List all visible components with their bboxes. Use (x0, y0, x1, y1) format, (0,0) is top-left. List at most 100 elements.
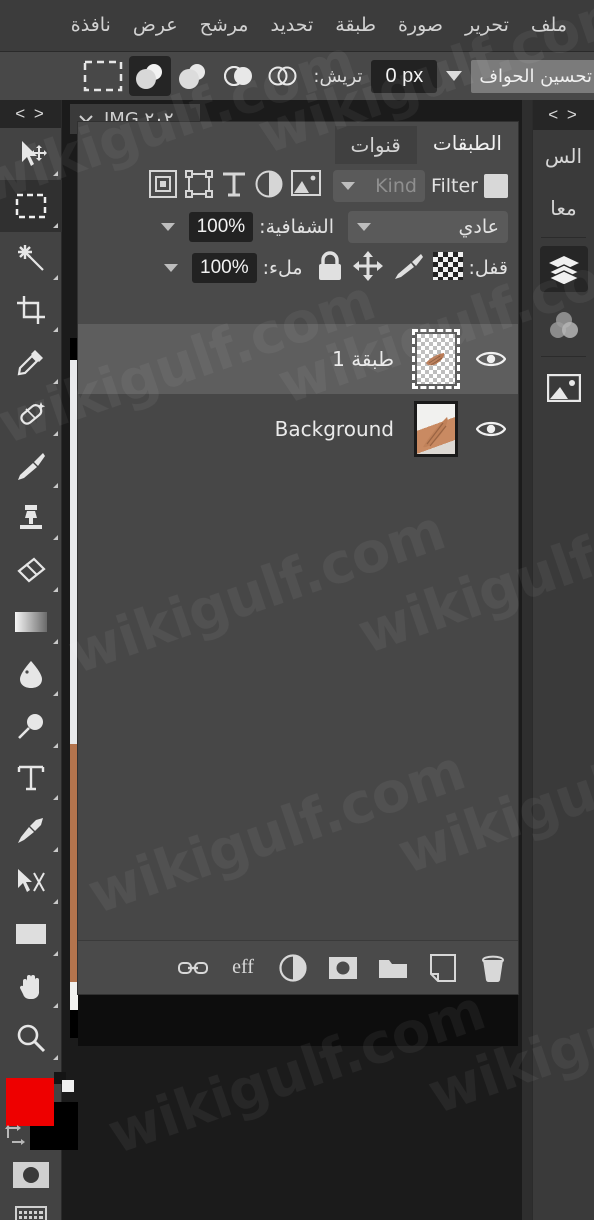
feather-dropdown-chevron-down-icon[interactable] (446, 71, 463, 81)
brush-tool[interactable] (0, 440, 62, 492)
tab-layers[interactable]: الطبقات (416, 122, 518, 164)
blend-mode-dropdown[interactable]: عادي (348, 211, 508, 243)
gradient-tool[interactable] (0, 596, 62, 648)
filter-shape-layers-icon[interactable] (184, 169, 213, 203)
shape-tool[interactable] (0, 908, 62, 960)
delete-layer-button[interactable] (478, 953, 508, 983)
refine-edge-button[interactable]: تحسين الحواف (471, 59, 594, 93)
dock-divider (541, 237, 586, 238)
zoom-tool[interactable] (0, 1012, 62, 1064)
filter-kind-dropdown[interactable]: Kind (332, 170, 425, 202)
selection-new-icon[interactable] (129, 56, 172, 96)
layer-thumbnail-wrap[interactable] (408, 401, 464, 457)
lock-pixels-icon[interactable] (393, 252, 423, 285)
marquee-tool[interactable] (0, 180, 62, 232)
tool-flyout-corner-icon (53, 1055, 58, 1060)
tab-channels[interactable]: قنوات (334, 126, 417, 164)
menu-image[interactable]: صورة (387, 10, 454, 41)
tool-flyout-corner-icon (53, 171, 58, 176)
new-group-button[interactable] (378, 953, 408, 983)
tools-collapse-button[interactable]: < > (0, 100, 61, 128)
swap-colors-icon[interactable] (4, 1124, 26, 1151)
feather-input[interactable]: 0 px (371, 59, 438, 93)
dock-collapse-button[interactable]: < > (533, 100, 594, 130)
menu-view[interactable]: عرض (122, 10, 189, 41)
tool-flyout-corner-icon (53, 639, 58, 644)
layer-thumbnail-transparent[interactable] (412, 329, 460, 389)
filter-kind-value: Kind (375, 175, 417, 197)
layer-visibility-toggle[interactable] (468, 349, 514, 369)
menu-window[interactable]: نافذة (60, 10, 122, 41)
layer-name[interactable]: طبقة 1 (332, 347, 394, 371)
crop-tool[interactable] (0, 284, 62, 336)
eye-icon (476, 421, 506, 437)
selection-subtract-icon[interactable] (217, 56, 259, 96)
layer-visibility-toggle[interactable] (468, 419, 514, 439)
opacity-chevron-down-icon[interactable] (160, 223, 175, 231)
panel-tabs: الطبقات قنوات (78, 122, 518, 164)
default-colors-icon[interactable] (54, 1072, 76, 1099)
new-layer-button[interactable] (428, 953, 458, 983)
blend-mode-row: عادي الشفافية: 100% (78, 208, 518, 246)
filter-toggle[interactable] (484, 174, 508, 198)
layer-thumbnail-background[interactable] (414, 401, 458, 457)
lasso-tool[interactable] (0, 232, 62, 284)
layer-thumbnail-wrap[interactable] (408, 329, 464, 389)
dock-layers-button[interactable] (533, 241, 594, 297)
tool-flyout-corner-icon (53, 795, 58, 800)
eye-icon (476, 351, 506, 367)
filter-adjustment-layers-icon[interactable] (255, 170, 283, 203)
layers-stack-icon (547, 256, 581, 284)
table-row[interactable]: طبقة 1 (78, 324, 518, 394)
layer-list[interactable]: طبقة 1 Background (78, 324, 518, 940)
layer-effects-button[interactable]: eff (228, 953, 258, 983)
lock-position-icon[interactable] (352, 250, 383, 286)
add-layer-mask-button[interactable] (328, 953, 358, 983)
chevron-down-icon (357, 223, 371, 231)
path-selection-tool[interactable] (0, 856, 62, 908)
tool-flyout-corner-icon (53, 587, 58, 592)
lock-transparency-icon[interactable] (432, 251, 463, 285)
layers-panel: الطبقات قنوات Filter Kind عادي الشفافية:… (78, 122, 518, 994)
current-tool-marquee-rectangular-icon[interactable] (78, 54, 128, 98)
feather-label: تريش: (313, 65, 363, 87)
dock-properties-button[interactable] (533, 360, 594, 416)
opacity-input[interactable]: 100% (188, 212, 254, 242)
lock-all-icon[interactable] (317, 250, 343, 286)
menu-select[interactable]: تحديد (260, 10, 325, 41)
dock-item-info[interactable]: معا (533, 182, 594, 234)
filter-pixel-layers-icon[interactable] (290, 169, 321, 203)
dodge-tool[interactable] (0, 700, 62, 752)
move-tool[interactable] (0, 128, 62, 180)
dock-item-history[interactable]: الس (533, 130, 594, 182)
lock-buttons (317, 250, 463, 286)
layer-name[interactable]: Background (275, 417, 394, 441)
filter-type-layers-icon[interactable] (221, 170, 247, 203)
foreground-color-swatch[interactable] (6, 1078, 54, 1126)
menu-file[interactable]: ملف (520, 10, 578, 41)
tool-flyout-corner-icon (53, 275, 58, 280)
selection-add-icon[interactable] (173, 56, 215, 96)
screen-mode-button[interactable] (0, 1196, 62, 1220)
fill-input[interactable]: 100% (192, 253, 257, 283)
blur-tool[interactable] (0, 648, 62, 700)
eyedropper-tool[interactable] (0, 336, 62, 388)
menu-filter[interactable]: مرشح (189, 10, 260, 41)
menu-edit[interactable]: تحرير (454, 10, 520, 41)
new-adjustment-layer-button[interactable] (278, 953, 308, 983)
selection-intersect-icon[interactable] (261, 56, 303, 96)
eraser-tool[interactable] (0, 544, 62, 596)
fill-chevron-down-icon[interactable] (164, 264, 178, 272)
link-layers-button[interactable] (178, 953, 208, 983)
table-row[interactable]: Background (78, 394, 518, 464)
menu-layer[interactable]: طبقة (324, 10, 387, 41)
pen-tool[interactable] (0, 804, 62, 856)
quick-mask-button[interactable] (0, 1154, 62, 1196)
healing-brush-tool[interactable] (0, 388, 62, 440)
type-tool[interactable] (0, 752, 62, 804)
dock-color-button[interactable] (533, 297, 594, 353)
color-swatches[interactable] (0, 1068, 78, 1154)
filter-smart-object-icon[interactable] (148, 169, 177, 203)
hand-tool[interactable] (0, 960, 62, 1012)
clone-stamp-tool[interactable] (0, 492, 62, 544)
